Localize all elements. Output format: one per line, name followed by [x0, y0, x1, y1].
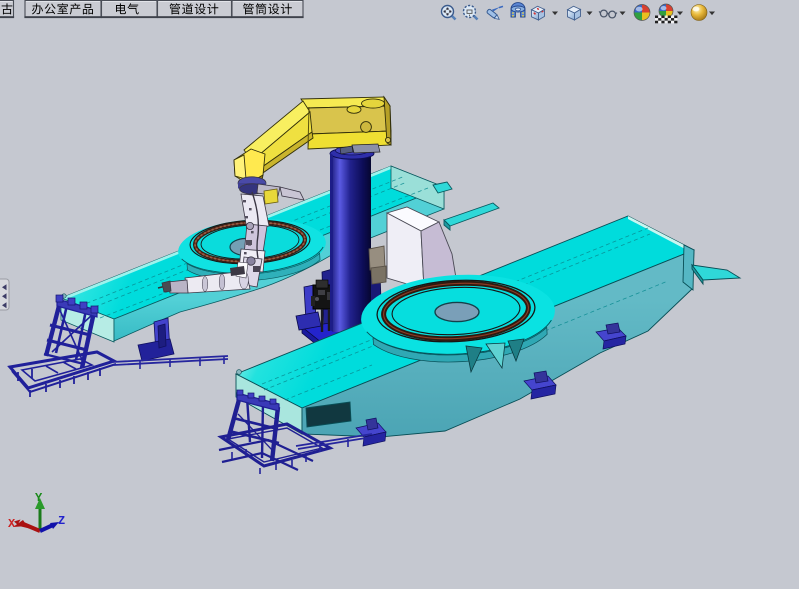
svg-text:Y: Y — [35, 491, 43, 505]
svg-text:Z: Z — [58, 514, 65, 528]
svg-text:X: X — [8, 517, 16, 531]
